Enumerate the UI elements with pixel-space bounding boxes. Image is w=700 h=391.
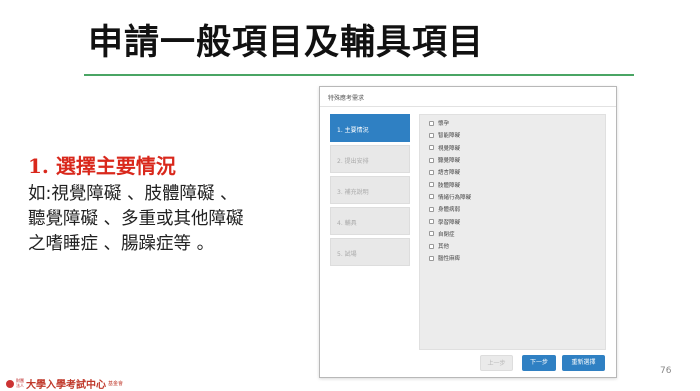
option-label: 語言障礙 xyxy=(438,170,461,177)
checkbox[interactable] xyxy=(429,194,434,200)
title-divider xyxy=(84,74,634,76)
logo-prefix: 財團 法人 xyxy=(16,378,24,388)
condition-options: 懷孕 智能障礙 視覺障礙 聽覺障礙 語言障礙 肢體障礙 情緒行為障礙 身體病弱 … xyxy=(419,114,606,350)
description-line: 聽覺障礙 、多重或其他障礙 xyxy=(28,209,244,229)
section-description: 如:視覺障礙 、肢體障礙 、 聽覺障礙 、多重或其他障礙 之嗜睡症 、腸躁症等 … xyxy=(28,182,313,257)
option-label: 學習障礙 xyxy=(438,219,461,226)
option-label: 腦性麻痺 xyxy=(438,256,461,263)
option-label: 聽覺障礙 xyxy=(438,158,461,165)
logo-org-suffix: 基金會 xyxy=(108,381,124,387)
checkbox[interactable] xyxy=(429,169,434,175)
step-list: 1. 主要情況 2. 提出安排 3. 補充說明 4. 輔具 5. 試場 xyxy=(330,114,410,269)
checkbox[interactable] xyxy=(429,219,434,225)
step-main-condition[interactable]: 1. 主要情況 xyxy=(330,114,410,142)
description-line: 之嗜睡症 、腸躁症等 。 xyxy=(28,234,215,254)
option-label: 身體病弱 xyxy=(438,207,461,214)
option-item[interactable]: 懷孕 xyxy=(429,117,605,129)
option-label: 肢體障礙 xyxy=(438,182,461,189)
next-button[interactable]: 下一步 xyxy=(522,355,556,371)
option-item[interactable]: 腦性麻痺 xyxy=(429,252,605,264)
option-label: 智能障礙 xyxy=(438,133,461,140)
option-item[interactable]: 語言障礙 xyxy=(429,166,605,178)
option-item[interactable]: 學習障礙 xyxy=(429,215,605,227)
logo-org-name: 大學入學考試中心 xyxy=(26,380,106,391)
checkbox[interactable] xyxy=(429,182,434,188)
option-label: 情緒行為障礙 xyxy=(438,194,472,201)
option-item[interactable]: 情緒行為障礙 xyxy=(429,191,605,203)
option-item[interactable]: 自閉症 xyxy=(429,228,605,240)
page-number: 76 xyxy=(660,366,672,376)
organization-logo: 財團 法人 大學入學考試中心 基金會 xyxy=(6,376,123,391)
previous-button[interactable]: 上一步 xyxy=(480,355,513,371)
seal-icon xyxy=(6,379,14,388)
logo-prefix-line: 法人 xyxy=(16,382,24,388)
option-item[interactable]: 肢體障礙 xyxy=(429,178,605,190)
checkbox[interactable] xyxy=(429,206,434,212)
checkbox[interactable] xyxy=(429,231,434,237)
checkbox[interactable] xyxy=(429,255,434,261)
option-label: 其他 xyxy=(438,244,450,251)
step-assistive-devices[interactable]: 4. 輔具 xyxy=(330,207,410,235)
dialog-title: 特殊應考需求 xyxy=(320,87,616,107)
option-item[interactable]: 其他 xyxy=(429,240,605,252)
section-heading: 1. 選擇主要情況 xyxy=(28,154,176,178)
reset-button[interactable]: 重新選擇 xyxy=(562,355,605,371)
checkbox[interactable] xyxy=(429,243,434,249)
slide-title: 申請一般項目及輔具項目 xyxy=(88,23,485,63)
checkbox[interactable] xyxy=(429,157,434,163)
description-line: 如:視覺障礙 、肢體障礙 、 xyxy=(28,184,238,204)
option-item[interactable]: 智能障礙 xyxy=(429,129,605,141)
step-supplement[interactable]: 3. 補充說明 xyxy=(330,176,410,204)
step-exam-room[interactable]: 5. 試場 xyxy=(330,238,410,266)
checkbox[interactable] xyxy=(429,132,434,138)
option-item[interactable]: 聽覺障礙 xyxy=(429,154,605,166)
step-arrangement[interactable]: 2. 提出安排 xyxy=(330,145,410,173)
special-needs-dialog: 特殊應考需求 1. 主要情況 2. 提出安排 3. 補充說明 4. 輔具 5. … xyxy=(319,86,617,378)
checkbox[interactable] xyxy=(429,145,434,151)
checkbox[interactable] xyxy=(429,120,434,126)
option-label: 視覺障礙 xyxy=(438,145,461,152)
option-item[interactable]: 視覺障礙 xyxy=(429,142,605,154)
option-item[interactable]: 身體病弱 xyxy=(429,203,605,215)
option-label: 自閉症 xyxy=(438,231,455,238)
option-label: 懷孕 xyxy=(438,121,450,128)
